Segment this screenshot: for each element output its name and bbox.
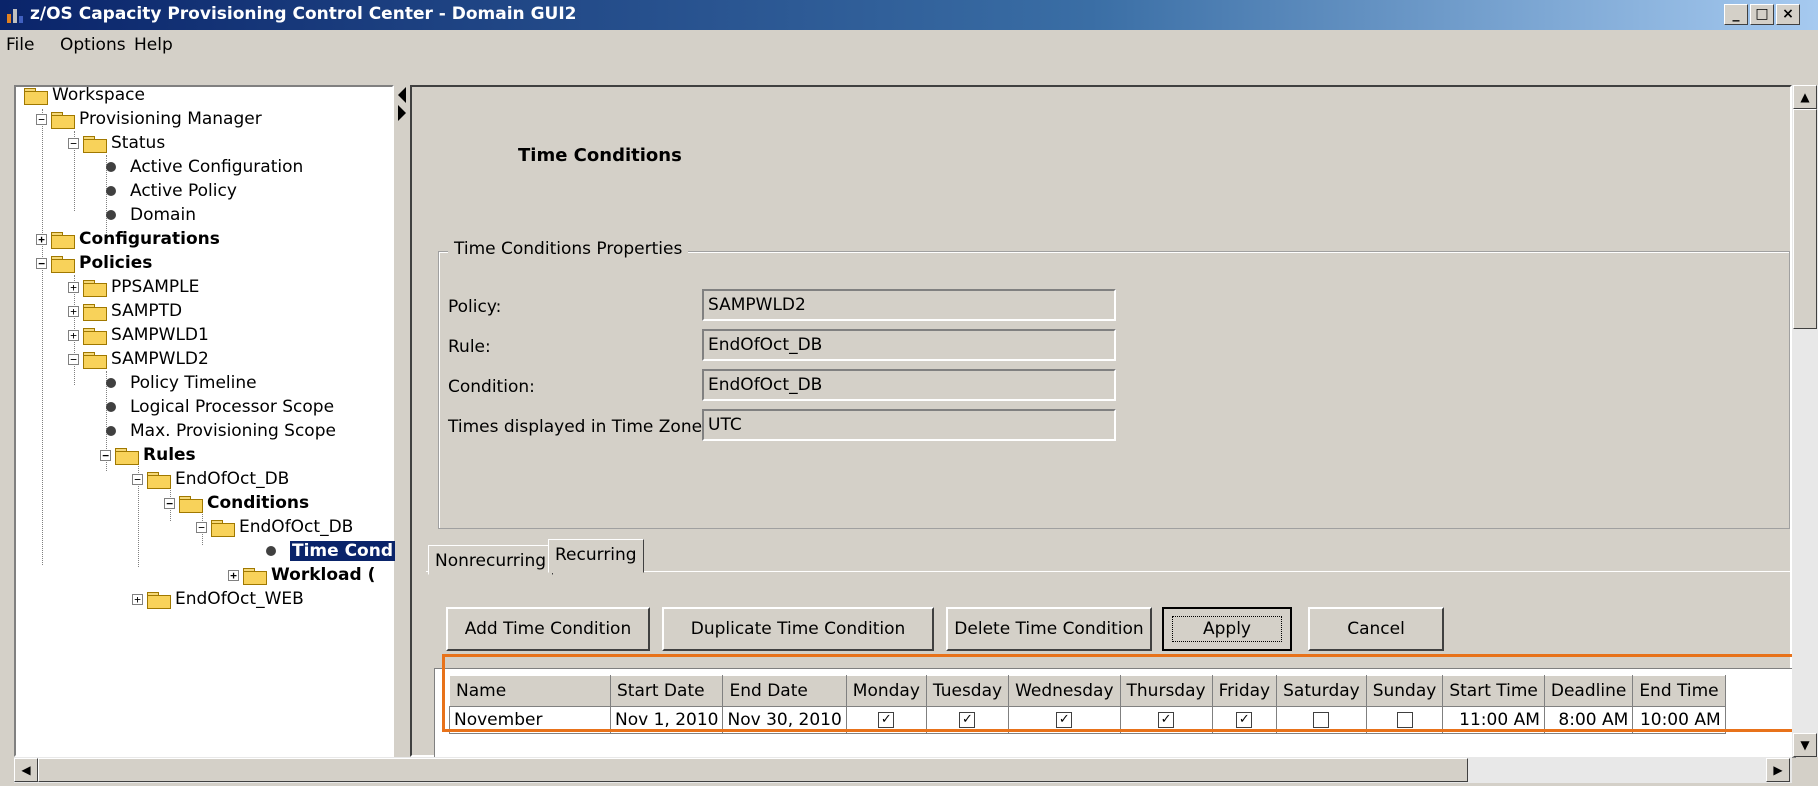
expand-icon[interactable]: +	[68, 281, 79, 293]
minimize-button[interactable]: _	[1724, 4, 1748, 25]
tree-item-rules[interactable]: − Rules	[100, 443, 196, 467]
leaf-bullet-icon	[266, 546, 276, 556]
tab-nonrecurring[interactable]: Nonrecurring	[428, 545, 554, 575]
leaf-bullet-icon	[106, 402, 116, 412]
tree-item-endofoct-db-condition[interactable]: − EndOfOct_DB	[196, 515, 353, 539]
tree-item-workload[interactable]: + Workload (	[228, 563, 375, 587]
tree-item-logical-processor-scope[interactable]: Logical Processor Scope	[100, 395, 334, 419]
tree-item-conditions[interactable]: − Conditions	[164, 491, 309, 515]
tree-item-policy-timeline[interactable]: Policy Timeline	[100, 371, 257, 395]
policy-label: Policy:	[448, 297, 502, 317]
folder-icon	[115, 447, 139, 465]
window-title: z/OS Capacity Provisioning Control Cente…	[30, 4, 577, 24]
cancel-button[interactable]: Cancel	[1308, 607, 1444, 651]
tree-item-domain[interactable]: Domain	[100, 203, 196, 227]
tree-item-max-provisioning-scope[interactable]: Max. Provisioning Scope	[100, 419, 336, 443]
folder-icon	[51, 231, 75, 249]
expand-icon[interactable]: +	[132, 593, 143, 605]
policy-field: SAMPWLD2	[702, 289, 1116, 321]
duplicate-time-condition-button[interactable]: Duplicate Time Condition	[662, 607, 934, 651]
tree-item-samptd[interactable]: + SAMPTD	[68, 299, 182, 323]
tree-item-status[interactable]: − Status	[68, 131, 165, 155]
leaf-bullet-icon	[106, 426, 116, 436]
horizontal-scroll-thumb[interactable]	[38, 758, 1468, 782]
menu-help[interactable]: Help	[134, 35, 173, 55]
scroll-up-icon[interactable]: ▲	[1793, 85, 1817, 109]
page-title: Time Conditions	[518, 145, 682, 166]
scroll-left-icon[interactable]: ◀	[14, 758, 38, 782]
folder-icon	[211, 519, 235, 537]
close-button[interactable]: ×	[1776, 4, 1800, 25]
folder-icon	[243, 567, 267, 585]
app-icon	[7, 9, 23, 23]
collapse-icon[interactable]: −	[100, 449, 111, 461]
folder-icon	[83, 351, 107, 369]
menu-file[interactable]: File	[6, 35, 34, 55]
tree-item-time-conditions[interactable]: Time Cond	[260, 539, 396, 563]
condition-field: EndOfOct_DB	[702, 369, 1116, 401]
vertical-scrollbar[interactable]: ▲ ▼	[1792, 85, 1818, 757]
tree-item-endofoct-web[interactable]: + EndOfOct_WEB	[132, 587, 304, 611]
collapse-icon[interactable]: −	[36, 113, 47, 125]
folder-icon	[147, 471, 171, 489]
folder-icon	[147, 591, 171, 609]
rule-label: Rule:	[448, 337, 491, 357]
folder-icon	[51, 255, 75, 273]
folder-icon	[83, 135, 107, 153]
tree-item-active-configuration[interactable]: Active Configuration	[100, 155, 303, 179]
folder-icon	[83, 279, 107, 297]
properties-legend: Time Conditions Properties	[448, 239, 689, 259]
tree-item-workspace[interactable]: Workspace	[24, 83, 145, 107]
expand-icon[interactable]: +	[36, 233, 47, 245]
tree-item-endofoct-db[interactable]: − EndOfOct_DB	[132, 467, 289, 491]
scroll-thumb[interactable]	[1793, 109, 1817, 329]
tab-recurring[interactable]: Recurring	[548, 539, 644, 573]
collapse-icon[interactable]: −	[164, 497, 175, 509]
timezone-field: UTC	[702, 409, 1116, 441]
tree-item-active-policy[interactable]: Active Policy	[100, 179, 237, 203]
add-time-condition-button[interactable]: Add Time Condition	[446, 607, 650, 651]
menu-options[interactable]: Options	[60, 35, 126, 55]
leaf-bullet-icon	[106, 162, 116, 172]
annotation-highlight-box	[442, 654, 1818, 732]
folder-icon	[51, 111, 75, 129]
rule-field: EndOfOct_DB	[702, 329, 1116, 361]
folder-icon	[83, 303, 107, 321]
tree-item-policies[interactable]: − Policies	[36, 251, 152, 275]
leaf-bullet-icon	[106, 210, 116, 220]
collapse-icon[interactable]: −	[36, 257, 47, 269]
folder-icon	[179, 495, 203, 513]
collapse-icon[interactable]: −	[132, 473, 143, 485]
navigation-tree: Workspace − Provisioning Manager − Status …	[14, 83, 396, 757]
collapse-icon[interactable]: −	[68, 137, 79, 149]
apply-button[interactable]: Apply	[1162, 607, 1292, 651]
timezone-label: Times displayed in Time Zone:	[448, 417, 708, 437]
expand-icon[interactable]: +	[228, 569, 239, 581]
leaf-bullet-icon	[106, 378, 116, 388]
menu-bar: File Options Help	[0, 30, 1818, 60]
scroll-down-icon[interactable]: ▼	[1793, 733, 1817, 757]
scroll-right-icon[interactable]: ▶	[1766, 758, 1790, 782]
delete-time-condition-button[interactable]: Delete Time Condition	[946, 607, 1152, 651]
maximize-button[interactable]: □	[1750, 4, 1774, 25]
folder-icon	[24, 87, 48, 105]
tree-item-sampwld1[interactable]: + SAMPWLD1	[68, 323, 209, 347]
horizontal-scrollbar[interactable]: ◀ ▶	[14, 757, 1792, 783]
expand-icon[interactable]: +	[68, 329, 79, 341]
collapse-icon[interactable]: −	[68, 353, 79, 365]
tree-item-sampwld2[interactable]: − SAMPWLD2	[68, 347, 209, 371]
collapse-icon[interactable]: −	[196, 521, 207, 533]
leaf-bullet-icon	[106, 186, 116, 196]
title-bar: z/OS Capacity Provisioning Control Cente…	[0, 0, 1818, 30]
expand-icon[interactable]: +	[68, 305, 79, 317]
tree-item-provisioning-manager[interactable]: − Provisioning Manager	[36, 107, 262, 131]
tree-item-ppsample[interactable]: + PPSAMPLE	[68, 275, 199, 299]
condition-label: Condition:	[448, 377, 535, 397]
folder-icon	[83, 327, 107, 345]
tree-item-configurations[interactable]: + Configurations	[36, 227, 220, 251]
